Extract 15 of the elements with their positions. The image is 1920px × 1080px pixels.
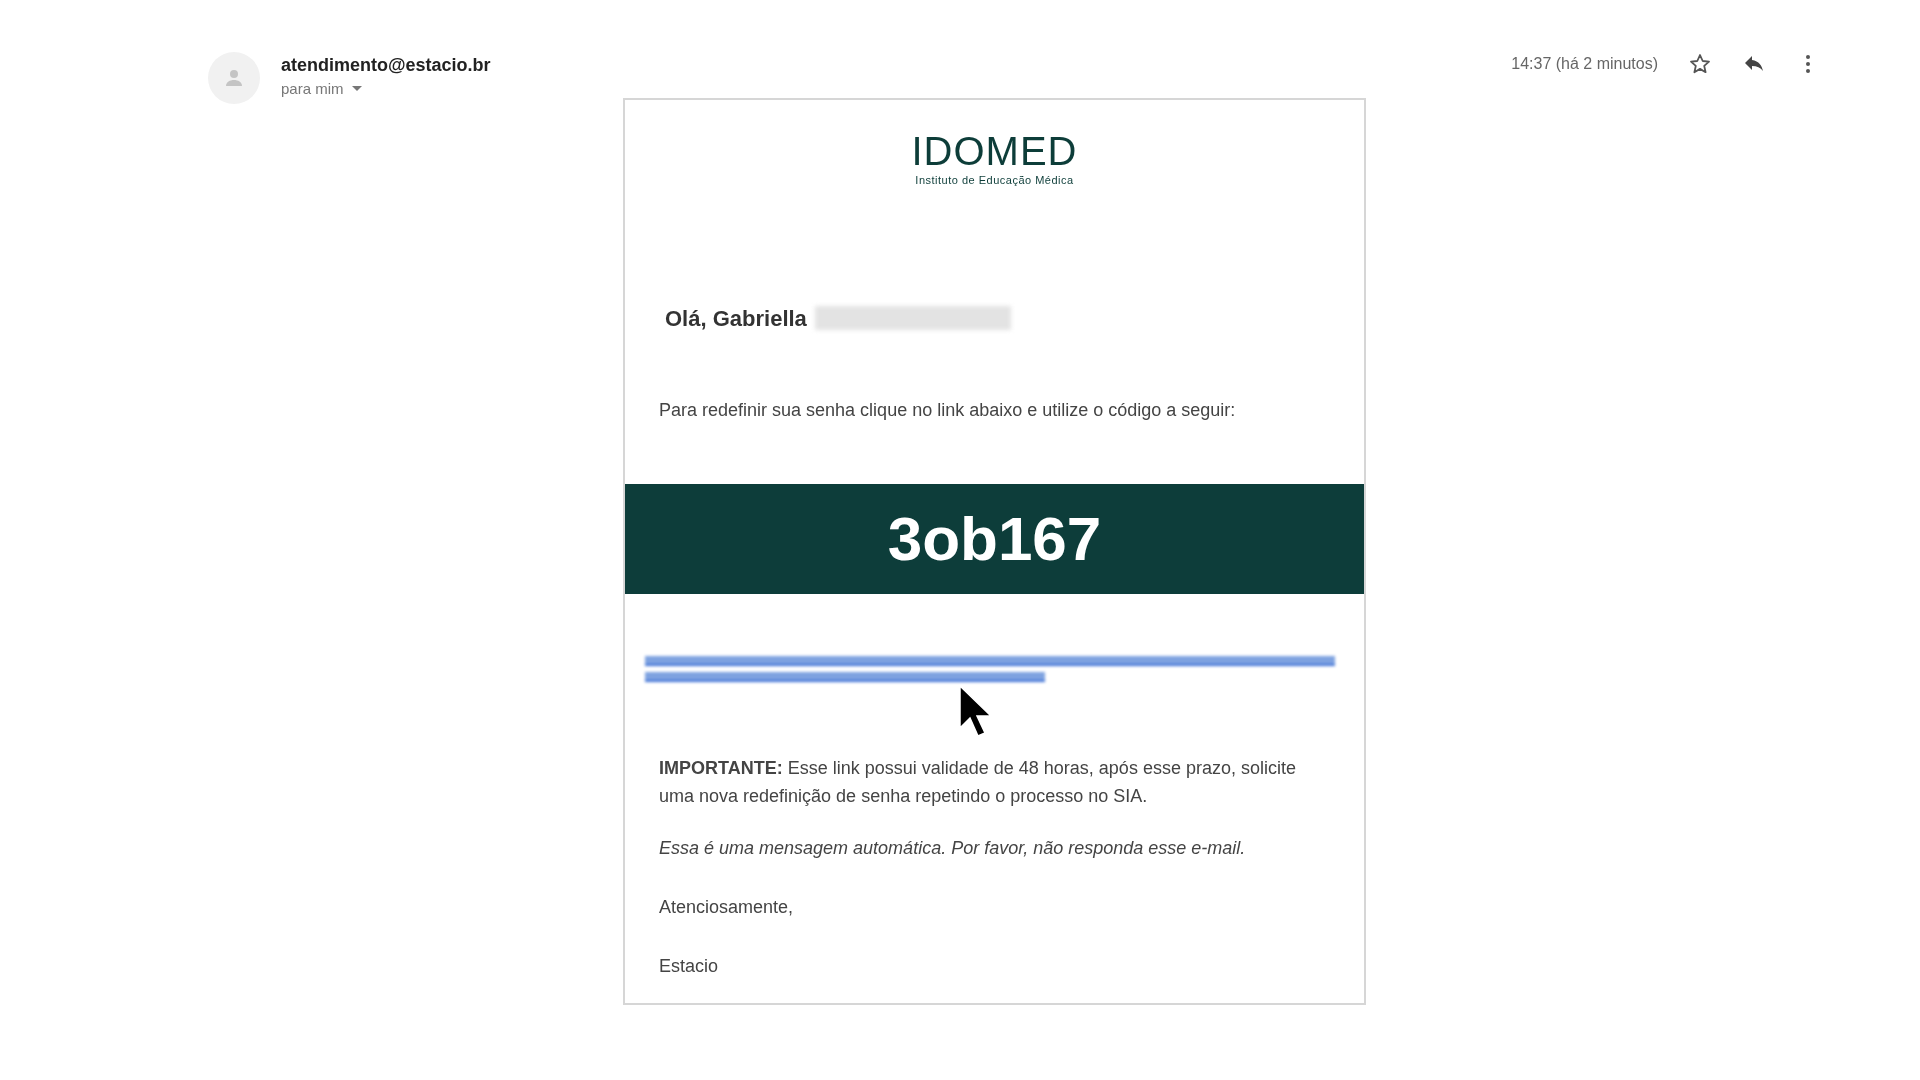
avatar-icon — [208, 52, 260, 104]
reset-code: 3ob167 — [887, 503, 1102, 575]
closing-text: Atenciosamente, — [658, 895, 795, 919]
star-icon[interactable] — [1688, 52, 1712, 76]
logo-name: IDOMED — [911, 130, 1078, 172]
intro-text: Para redefinir sua senha clique no link abaixo e utilize o código a seguir: — [658, 398, 1237, 422]
logo-tagline: Instituto de Educação Médica — [915, 173, 1074, 188]
automatic-note: Essa é uma mensagem automática. Por favor, não responda esse e-mail. — [658, 836, 1247, 860]
caret-icon — [351, 86, 362, 92]
important-text: IMPORTANTE: Esse link possui validade de 48 horas, após esse prazo, solicite uma nova redefinição de senha repetindo o processo no SIA. — [658, 756, 1297, 808]
signature: Estacio — [658, 954, 720, 978]
recipient-dropdown[interactable]: para mim — [281, 78, 491, 100]
greeting: Olá, Gabriella — [665, 304, 807, 333]
timestamp: 14:37 (há 2 minutos) — [1511, 54, 1658, 74]
sender-email: atendimento@estacio.br — [281, 54, 491, 77]
